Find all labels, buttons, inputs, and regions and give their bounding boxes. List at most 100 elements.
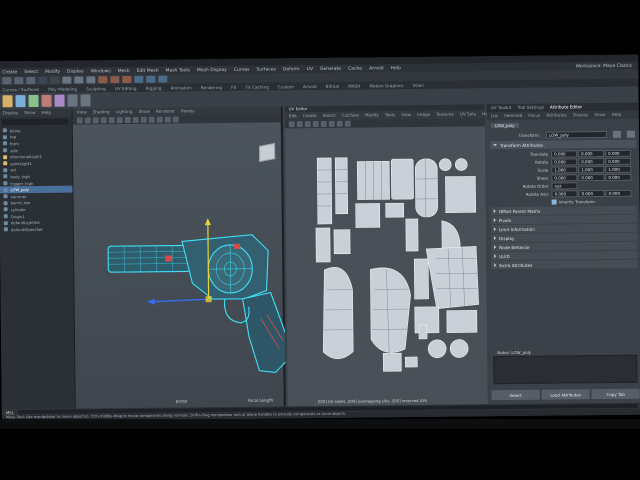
notes-textarea[interactable] — [493, 354, 638, 385]
uv-menu-item[interactable]: Cut/Sew — [342, 113, 359, 119]
rotate-y-field[interactable]: 0.000 — [578, 157, 605, 165]
shelf-tab[interactable]: MASH — [348, 83, 360, 88]
section-transform-attributes[interactable]: Transform Attributes — [489, 139, 637, 150]
uv-menu-item[interactable]: Modify — [365, 112, 379, 118]
menu-item[interactable]: Help — [391, 66, 401, 71]
workspace-selector[interactable]: Workspace: Maya Classic — [576, 63, 633, 69]
translate-y-field[interactable]: 0.000 — [578, 149, 605, 157]
uv-grid-icon[interactable] — [336, 120, 343, 127]
rotate-axis-y-field[interactable]: 0.000 — [578, 189, 605, 197]
scale-z-field[interactable]: 1.000 — [605, 165, 632, 173]
viewport-menu-view[interactable]: View — [77, 109, 87, 115]
uv-editor-panel[interactable]: UV Editor Edit Create Select Cut/Sew Mod… — [284, 104, 492, 407]
snap-point-icon[interactable] — [122, 75, 132, 84]
outliner-item[interactable]: defaultObjectSet — [0, 225, 73, 232]
select-by-component-icon[interactable] — [86, 76, 96, 84]
poly-sphere-icon[interactable] — [2, 95, 13, 108]
menu-item[interactable]: Deform — [283, 67, 300, 72]
poly-torus-icon[interactable] — [54, 94, 65, 107]
menu-item[interactable]: Mesh Display — [197, 67, 227, 72]
select-button[interactable]: Select — [491, 389, 540, 401]
uv-menu-item[interactable]: UV Sets — [460, 111, 476, 117]
uv-menu-item[interactable]: View — [401, 112, 411, 118]
checker-icon[interactable] — [312, 121, 319, 128]
rotate-axis-x-field[interactable]: 0.000 — [551, 189, 578, 198]
menu-item[interactable]: Arnold — [369, 66, 384, 71]
shelf-tab[interactable]: Arnold — [303, 84, 317, 89]
isolate-select-icon[interactable] — [172, 116, 179, 123]
shadows-icon[interactable] — [156, 116, 163, 123]
open-scene-icon[interactable] — [14, 77, 24, 85]
shelf-tab[interactable]: XGen — [412, 82, 423, 87]
section-offset-parent-matrix[interactable]: Offset Parent Matrix — [490, 205, 637, 216]
shelf-tab[interactable]: Curves / Surfaces — [2, 86, 39, 91]
select-by-hierarchy-icon[interactable] — [62, 76, 72, 84]
shear-z-field[interactable]: 0.000 — [605, 173, 632, 181]
uv-layout[interactable] — [285, 128, 488, 392]
poly-cube-icon[interactable] — [15, 95, 26, 108]
attr-menu-item[interactable]: Focus — [528, 113, 540, 119]
menu-item[interactable]: Surfaces — [256, 67, 276, 72]
texture-borders-icon[interactable] — [344, 120, 351, 127]
outliner-menu-display[interactable]: Display — [3, 110, 18, 116]
shelf-tab[interactable]: Rigging — [146, 85, 162, 90]
grid-icon[interactable] — [108, 117, 115, 124]
rotate-x-field[interactable]: 0.000 — [551, 157, 578, 166]
menu-item[interactable]: Generate — [320, 66, 341, 71]
attr-menu-item[interactable]: Attributes — [546, 112, 567, 118]
manipulator-z-arrow-icon[interactable] — [146, 298, 155, 305]
undo-icon[interactable] — [38, 76, 48, 84]
manipulator-y-arrow-icon[interactable] — [204, 218, 211, 226]
uv-select-icon[interactable] — [288, 121, 295, 128]
presets-icon[interactable] — [627, 130, 635, 138]
inherits-transform-checkbox[interactable] — [551, 199, 557, 205]
viewport-menu-lighting[interactable]: Lighting — [116, 109, 133, 115]
new-scene-icon[interactable] — [2, 77, 12, 85]
viewport-menu-renderer[interactable]: Renderer — [156, 109, 175, 115]
camera-attributes-icon[interactable] — [84, 117, 91, 124]
menu-item[interactable]: Display — [67, 69, 84, 74]
tab-attribute-editor[interactable]: Attribute Editor — [550, 104, 582, 110]
camera-select-icon[interactable] — [76, 117, 83, 124]
shaded-uv-icon[interactable] — [320, 120, 327, 127]
attr-menu-item[interactable]: Help — [612, 112, 622, 118]
rotate-order-dropdown[interactable]: xyz — [551, 181, 578, 190]
move-manipulator-z-axis[interactable] — [152, 298, 209, 303]
uv-menu-item[interactable]: Create — [303, 113, 317, 119]
menu-item[interactable]: Windows — [91, 69, 111, 74]
shelf-tab[interactable]: FX Caching — [245, 84, 269, 89]
viewport-menu-shading[interactable]: Shading — [93, 109, 110, 115]
attr-menu-item[interactable]: Display — [573, 112, 588, 118]
section-uuid[interactable]: UUID — [491, 250, 638, 261]
attr-menu-item[interactable]: List — [491, 113, 498, 119]
tab-tool-settings[interactable]: Tool Settings — [517, 105, 544, 111]
section-limit-information[interactable]: Limit Information — [490, 223, 637, 234]
copy-tab-button[interactable]: Copy Tab — [591, 388, 640, 400]
combine-icon[interactable] — [67, 94, 78, 107]
menu-item[interactable]: Edit Mesh — [137, 68, 159, 73]
distortion-icon[interactable] — [328, 120, 335, 127]
render-settings-icon[interactable] — [158, 75, 168, 83]
textured-icon[interactable] — [140, 116, 147, 123]
shelf-tab[interactable]: Animation — [170, 85, 191, 90]
lights-icon[interactable] — [148, 116, 155, 123]
section-node-behavior[interactable]: Node Behavior — [491, 241, 638, 252]
shelf-tab[interactable]: Motion Graphics — [369, 83, 403, 88]
snap-grid-icon[interactable] — [98, 76, 108, 84]
tab-uv-toolkit[interactable]: UV Toolkit — [491, 105, 512, 111]
focus-icon[interactable] — [613, 130, 622, 138]
section-display[interactable]: Display — [490, 232, 638, 243]
attr-menu-item[interactable]: Show — [594, 112, 605, 118]
section-extra-attributes[interactable]: Extra Attributes — [491, 259, 638, 270]
uv-menu-item[interactable]: Image — [417, 112, 430, 118]
smooth-shade-icon[interactable] — [132, 116, 139, 123]
uv-move-icon[interactable] — [296, 121, 303, 128]
transform-name-field[interactable]: LOW_poly — [546, 130, 608, 139]
uv-menu-item[interactable]: Edit — [289, 113, 297, 119]
scale-x-field[interactable]: 1.000 — [551, 165, 578, 174]
menu-item[interactable]: Cache — [348, 66, 362, 71]
render-icon[interactable] — [134, 75, 144, 83]
bookmark-icon[interactable] — [92, 117, 99, 124]
menu-item[interactable]: Create — [2, 70, 17, 75]
menu-item[interactable]: UV — [307, 67, 313, 72]
